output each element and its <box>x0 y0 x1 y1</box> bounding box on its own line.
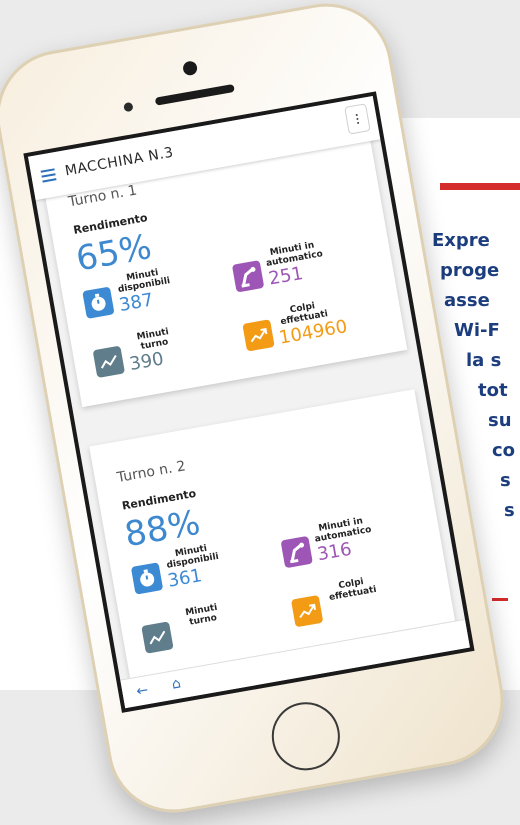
trend-up-icon <box>290 594 324 628</box>
more-vertical-icon[interactable] <box>344 103 371 135</box>
stopwatch-icon <box>130 562 164 595</box>
side-line: asse <box>444 290 490 311</box>
trend-line-icon <box>92 345 126 379</box>
accent-bar <box>440 183 520 190</box>
side-line: Expre <box>432 230 490 251</box>
back-arrow-icon[interactable]: ← <box>135 682 149 700</box>
metric-value: 387 <box>117 289 155 316</box>
metric-value: 361 <box>166 565 204 592</box>
side-line: tot <box>478 380 508 401</box>
side-line: co <box>492 440 516 461</box>
side-line: proge <box>440 260 500 281</box>
hamburger-menu-icon[interactable] <box>40 168 57 183</box>
robot-arm-icon <box>231 260 265 293</box>
trend-line-icon <box>141 621 174 654</box>
metric-value: 390 <box>127 348 166 376</box>
shift-title: Turno n. 2 <box>115 458 187 487</box>
metric-value: 316 <box>315 538 354 566</box>
stopwatch-icon <box>82 286 115 319</box>
metric-value: 251 <box>267 262 305 290</box>
trend-up-icon <box>242 319 275 352</box>
side-line: s <box>504 500 515 521</box>
accent-dash <box>492 598 508 601</box>
side-line: s <box>500 470 511 491</box>
side-line: Wi-F <box>454 320 500 341</box>
metric-label: Minuti turno <box>184 602 219 628</box>
robot-arm-icon <box>280 535 313 569</box>
home-icon[interactable]: ⌂ <box>170 675 182 692</box>
app-title: MACCHINA N.3 <box>63 144 175 180</box>
side-line: su <box>488 410 512 431</box>
side-line: la s <box>466 350 502 371</box>
metric-label: Colpi effettuati <box>328 576 378 604</box>
